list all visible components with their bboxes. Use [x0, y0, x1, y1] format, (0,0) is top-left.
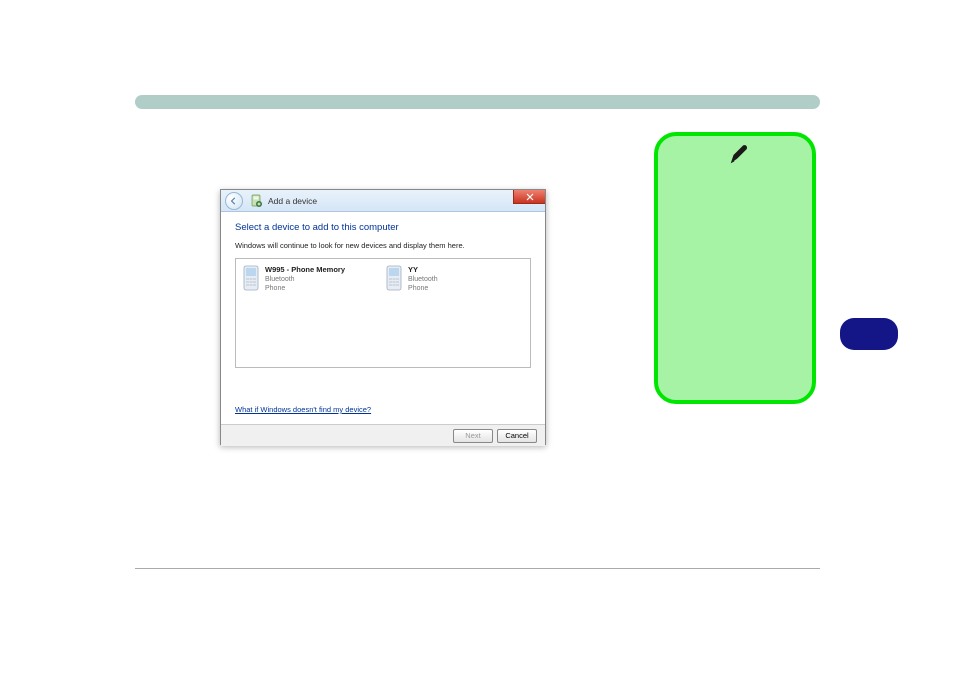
close-button[interactable] — [513, 190, 545, 204]
help-link[interactable]: What if Windows doesn't find my device? — [235, 405, 371, 414]
dialog-subtext: Windows will continue to look for new de… — [235, 241, 531, 250]
side-tab — [840, 318, 898, 350]
phone-icon — [385, 265, 403, 291]
pen-icon — [728, 144, 750, 166]
device-list: W995 - Phone Memory Bluetooth Phone — [235, 258, 531, 368]
note-panel — [654, 132, 816, 404]
phone-icon — [242, 265, 260, 291]
add-device-dialog: Add a device Select a device to add to t… — [220, 189, 546, 445]
device-name: W995 - Phone Memory — [265, 265, 345, 275]
footer-divider — [135, 568, 820, 569]
dialog-titlebar: Add a device — [221, 190, 545, 212]
device-info: W995 - Phone Memory Bluetooth Phone — [265, 265, 345, 293]
device-item[interactable]: YY Bluetooth Phone — [385, 265, 438, 361]
device-category: Phone — [408, 284, 438, 293]
device-category: Phone — [265, 284, 345, 293]
header-bar — [135, 95, 820, 109]
device-type: Bluetooth — [408, 275, 438, 284]
dialog-heading: Select a device to add to this computer — [235, 222, 531, 233]
device-item[interactable]: W995 - Phone Memory Bluetooth Phone — [242, 265, 345, 361]
device-name: YY — [408, 265, 438, 275]
cancel-button[interactable]: Cancel — [497, 429, 537, 443]
device-type: Bluetooth — [265, 275, 345, 284]
dialog-body: Select a device to add to this computer … — [221, 212, 545, 446]
dialog-title: Add a device — [268, 196, 317, 206]
back-button[interactable] — [225, 192, 243, 210]
next-button[interactable]: Next — [453, 429, 493, 443]
dialog-button-row: Next Cancel — [221, 424, 545, 446]
device-info: YY Bluetooth Phone — [408, 265, 438, 293]
device-icon — [249, 194, 263, 208]
